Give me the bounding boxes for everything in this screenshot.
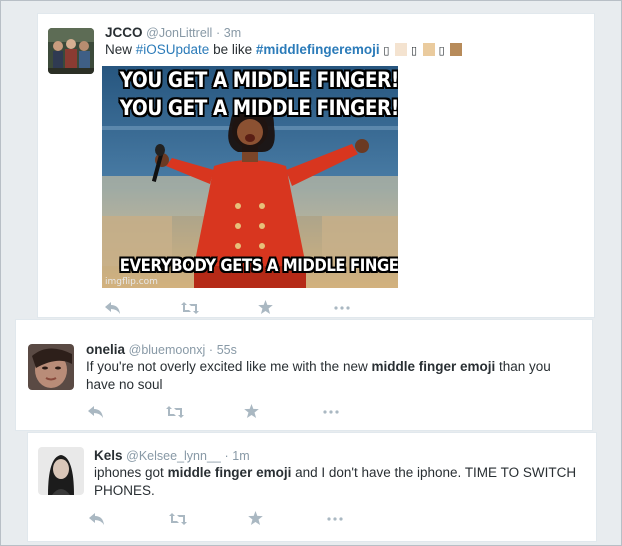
meme-caption-top-2: YOU GET A MIDDLE FINGER!	[119, 96, 398, 120]
tweet-jcco[interactable]: JCCO @JonLittrell · 3m New #iOSUpdate be…	[37, 13, 595, 318]
author-name[interactable]: Kels	[94, 448, 123, 463]
separator: ·	[208, 343, 214, 357]
favorite-icon[interactable]	[255, 299, 275, 315]
meme-caption-bottom: EVERYBODY GETS A MIDDLE FINGER!!	[119, 256, 398, 276]
tweet-text-line-2: have no soul	[86, 377, 163, 392]
author-handle[interactable]: @JonLittrell	[146, 26, 212, 40]
tweet-kels[interactable]: Kels @Kelsee_lynn__ · 1m iphones got mid…	[27, 432, 597, 542]
meme-caption-top-1: YOU GET A MIDDLE FINGER!	[119, 68, 398, 92]
tweet-text-line-2: PHONES.	[94, 483, 155, 498]
hashtag-iosupdate[interactable]: #iOSUpdate	[136, 42, 210, 57]
emoji-skin-light	[395, 43, 408, 56]
retweet-icon[interactable]	[180, 300, 200, 316]
favorite-icon[interactable]	[241, 403, 261, 419]
reply-icon[interactable]	[103, 300, 123, 316]
more-icon[interactable]	[325, 511, 345, 527]
reply-icon[interactable]	[87, 511, 107, 527]
timestamp[interactable]: 1m	[232, 449, 249, 463]
timeline: JCCO @JonLittrell · 3m New #iOSUpdate be…	[0, 0, 622, 546]
hashtag-middlefingeremoji[interactable]: #middlefingeremoji	[256, 42, 380, 57]
retweet-icon[interactable]	[165, 404, 185, 420]
author-name[interactable]: JCCO	[105, 25, 143, 40]
avatar[interactable]	[28, 344, 74, 390]
emoji-placeholder: ▯	[410, 44, 418, 57]
meme-watermark: imgflip.com	[105, 277, 158, 287]
author-handle[interactable]: @Kelsee_lynn__	[126, 449, 221, 463]
tweet-onelia[interactable]: onelia @bluemoonxj · 55s If you're not o…	[15, 319, 593, 431]
meme-image[interactable]: YOU GET A MIDDLE FINGER! YOU GET A MIDDL…	[102, 66, 398, 288]
emoji-skin-dark	[450, 43, 463, 56]
tweet-text-line-1: iphones got middle finger emoji and I do…	[94, 465, 577, 480]
avatar[interactable]	[48, 28, 94, 74]
retweet-icon[interactable]	[168, 511, 188, 527]
separator: ·	[224, 449, 229, 463]
reply-icon[interactable]	[86, 404, 106, 420]
more-icon[interactable]	[332, 300, 352, 316]
author-handle[interactable]: @bluemoonxj	[129, 343, 206, 357]
timestamp[interactable]: 3m	[224, 26, 241, 40]
emoji-placeholder: ▯	[383, 44, 390, 57]
more-icon[interactable]	[321, 404, 341, 420]
emoji-placeholder: ▯	[438, 44, 445, 57]
tweet-text: New #iOSUpdate be like #middlefingeremoj…	[105, 41, 463, 60]
emoji-skin-medium	[422, 43, 435, 56]
timestamp[interactable]: 55s	[217, 343, 237, 357]
tweet-text-line-1: If you're not overly excited like me wit…	[86, 359, 551, 374]
favorite-icon[interactable]	[245, 510, 265, 526]
author-name[interactable]: onelia	[86, 342, 125, 357]
avatar[interactable]	[38, 447, 84, 495]
separator: ·	[215, 26, 221, 40]
